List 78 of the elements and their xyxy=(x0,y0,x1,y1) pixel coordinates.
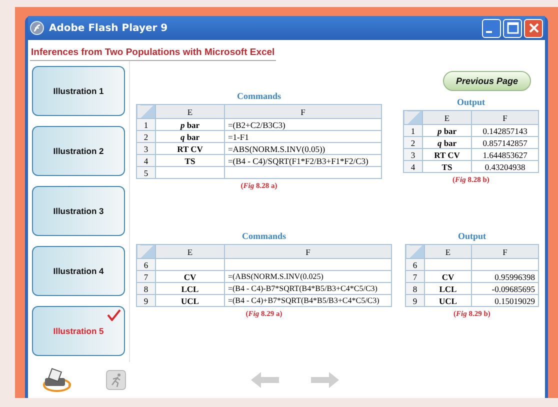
illustration-button[interactable]: Illustration 3 xyxy=(32,186,125,236)
window-title: Adobe Flash Player 9 xyxy=(49,22,168,34)
table-cell: 0.43204938 xyxy=(472,160,538,172)
table-cell: LCL xyxy=(156,282,224,294)
illustration-button[interactable]: Illustration 5 xyxy=(32,306,125,356)
column-header: F xyxy=(472,110,538,124)
table-cell: 0.857142857 xyxy=(472,136,538,148)
table-cell: RT CV xyxy=(422,148,472,160)
table-cell: CV xyxy=(156,270,224,282)
column-header: F xyxy=(472,244,538,258)
table-cell: =1-F1 xyxy=(224,130,382,142)
illustration-button[interactable]: Illustration 2 xyxy=(32,126,125,176)
row-number: 8 xyxy=(136,282,156,294)
minimize-button[interactable] xyxy=(482,18,501,38)
row-number: 4 xyxy=(136,154,156,166)
column-header: F xyxy=(224,104,382,118)
table-cell: 0.15019029 xyxy=(472,294,538,306)
table-cell: 0.95996398 xyxy=(472,270,538,282)
table-cell: UCL xyxy=(424,294,472,306)
table-cell: -0.09685695 xyxy=(472,282,538,294)
column-header: F xyxy=(224,244,392,258)
table-cell: TS xyxy=(422,160,472,172)
printer-icon[interactable] xyxy=(40,367,72,393)
flash-logo-icon xyxy=(30,21,44,35)
table-cell: =(ABS(NORM.S.INV(0.025) xyxy=(224,270,392,282)
table-cell: TS xyxy=(156,154,224,166)
table-cell: q bar xyxy=(422,136,472,148)
row-number: 9 xyxy=(406,294,424,306)
column-header: E xyxy=(156,244,224,258)
table-cell: CV xyxy=(424,270,472,282)
minimize-icon xyxy=(486,31,492,33)
running-figure-icon[interactable] xyxy=(106,370,126,390)
row-number: 6 xyxy=(136,258,156,270)
table-cell: =ABS(NORM.S.INV(0.05)) xyxy=(224,142,382,154)
previous-page-button[interactable]: Previous Page xyxy=(442,71,531,91)
row-number: 8 xyxy=(406,282,424,294)
row-number: 5 xyxy=(136,166,156,178)
row-number: 1 xyxy=(404,124,422,136)
page-heading: Inferences from Two Populations with Microsoft Excel xyxy=(30,40,276,61)
row-number: 7 xyxy=(406,270,424,282)
row-number: 4 xyxy=(404,160,422,172)
column-header: E xyxy=(424,244,472,258)
table-cell: p bar xyxy=(156,118,224,130)
table-title: Commands xyxy=(236,91,281,101)
row-number: 2 xyxy=(404,136,422,148)
close-icon xyxy=(526,21,540,35)
table-cell: =(B4 - C4)+B7*SQRT(B4*B5/B3+C4*C5/C3) xyxy=(224,294,392,306)
row-number: 1 xyxy=(136,118,156,130)
illustration-button[interactable]: Illustration 4 xyxy=(32,246,125,296)
table-title: Output xyxy=(456,97,485,107)
row-number: 7 xyxy=(136,270,156,282)
corner-cell xyxy=(136,104,156,118)
table-cell: =(B4 - C4)-B7*SQRT(B4*B5/B3+C4*C5/C3) xyxy=(224,282,392,294)
table-cell: =(B4 - C4)/SQRT(F1*F2/B3+F1*F2/C3) xyxy=(224,154,382,166)
illustration-button[interactable]: Illustration 1 xyxy=(32,66,125,116)
row-number: 9 xyxy=(136,294,156,306)
maximize-button[interactable] xyxy=(503,18,522,38)
table-cell: 0.142857143 xyxy=(472,124,538,136)
corner-cell xyxy=(404,110,422,124)
table-title: Commands xyxy=(242,231,286,241)
table-cell: q bar xyxy=(156,130,224,142)
row-number: 3 xyxy=(136,142,156,154)
corner-cell xyxy=(136,244,156,258)
table-cell: =(B2+C2/B3C3) xyxy=(224,118,382,130)
table-cell: 1.644853627 xyxy=(472,148,538,160)
row-number: 3 xyxy=(404,148,422,160)
column-header: E xyxy=(422,110,472,124)
table-cell: LCL xyxy=(424,282,472,294)
table-title: Output xyxy=(458,231,486,241)
table-cell: RT CV xyxy=(156,142,224,154)
maximize-icon xyxy=(506,21,520,35)
table-cell: p bar xyxy=(422,124,472,136)
row-number: 6 xyxy=(406,258,424,270)
row-number: 2 xyxy=(136,130,156,142)
corner-cell xyxy=(406,244,424,258)
table-cell: UCL xyxy=(156,294,224,306)
column-header: E xyxy=(156,104,224,118)
close-button[interactable] xyxy=(524,18,543,38)
